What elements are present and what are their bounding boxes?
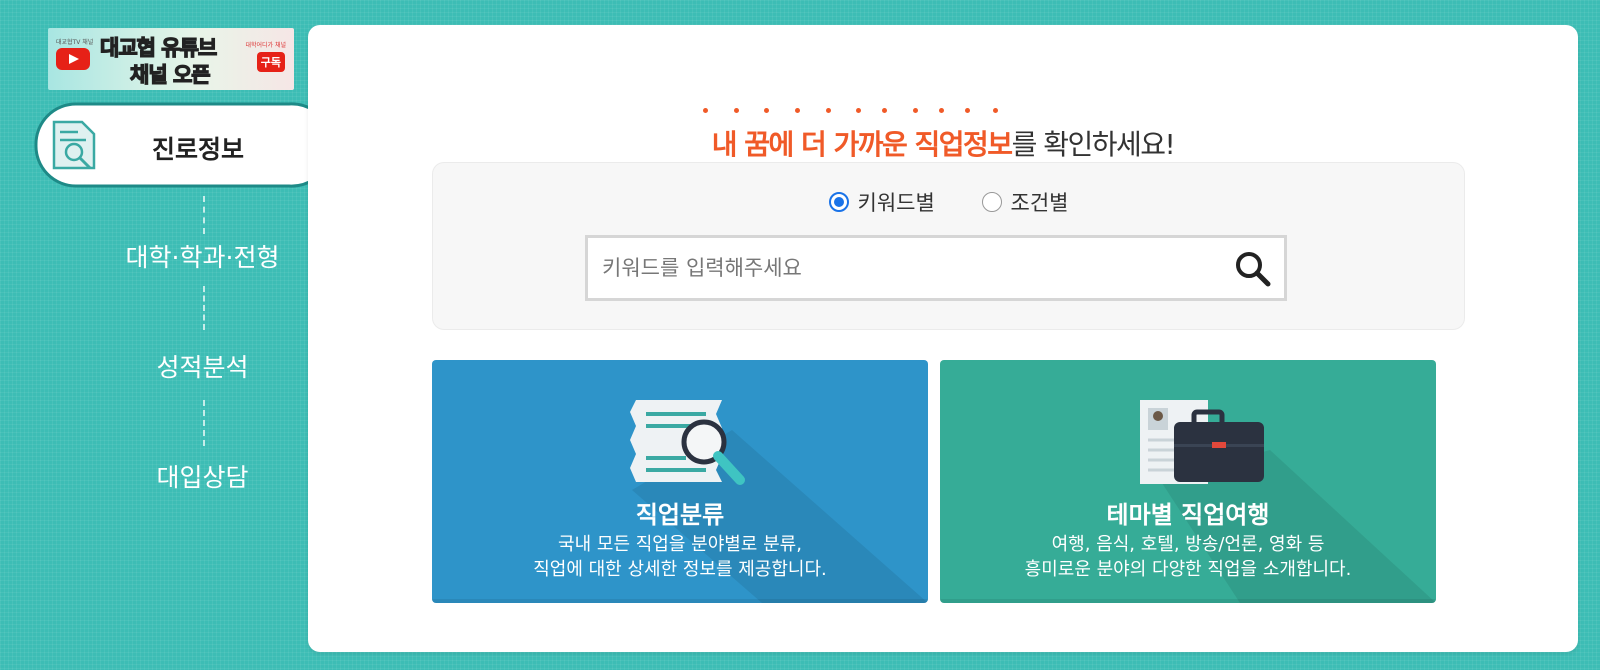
subscribe-badge: 구독: [256, 52, 285, 72]
main-panel: 내 꿈에 더 가까운 직업정보를 확인하세요! 키워드별 조건별 키워드를 입력…: [308, 25, 1578, 652]
sidebar-item-university[interactable]: 대학·학과·전형: [100, 238, 305, 274]
card-bottom-strip: [432, 599, 928, 603]
search-input[interactable]: [602, 238, 1212, 298]
sidebar-item-career-info[interactable]: 진로정보: [34, 102, 340, 188]
document-magnifier-icon: [630, 400, 745, 485]
search-box: 키워드별 조건별: [432, 162, 1465, 330]
document-search-icon: [52, 120, 96, 170]
resume-briefcase-icon: [1140, 400, 1264, 484]
radio-keyword-label: 키워드별: [857, 191, 935, 215]
sidebar-divider: [203, 400, 205, 446]
banner-small-right: 대학어디가 채널: [245, 42, 286, 49]
radio-keyword-dot[interactable]: [828, 192, 849, 212]
job-classification-card[interactable]: 직업분류 국내 모든 직업을 분야별로 분류, 직업에 대한 상세한 정보를 제…: [432, 360, 928, 603]
banner-small-left: 대교협TV 채널: [56, 39, 94, 46]
radio-keyword[interactable]: 키워드별: [828, 187, 935, 217]
search-field: [585, 235, 1287, 301]
radio-condition-label: 조건별: [1010, 191, 1069, 215]
sidebar-divider: [203, 286, 205, 330]
banner-title-line2: 채널 오픈: [129, 62, 211, 87]
page-headline: 내 꿈에 더 가까운 직업정보를 확인하세요!: [711, 128, 1176, 161]
emphasis-dots: [703, 108, 1023, 114]
youtube-play-icon: [56, 48, 90, 70]
theme-job-travel-card[interactable]: 테마별 직업여행 여행, 음식, 호텔, 방송/언론, 영화 등 흥미로운 분야…: [940, 360, 1436, 603]
sidebar-item-label: 진로정보: [152, 135, 245, 164]
search-icon[interactable]: [1232, 248, 1274, 290]
sidebar-item-grade-analysis[interactable]: 성적분석: [100, 348, 305, 384]
sidebar-divider: [203, 196, 205, 234]
radio-condition[interactable]: 조건별: [981, 187, 1069, 217]
search-mode-group: 키워드별 조건별: [433, 187, 1464, 217]
radio-condition-dot[interactable]: [981, 192, 1002, 212]
card-description: 국내 모든 직업을 분야별로 분류, 직업에 대한 상세한 정보를 제공합니다.: [533, 534, 827, 580]
card-title: 직업분류: [635, 501, 725, 529]
card-bottom-strip: [940, 599, 1436, 603]
sidebar-item-admission-counsel[interactable]: 대입상담: [100, 458, 305, 494]
card-title: 테마별 직업여행: [1106, 501, 1270, 529]
youtube-channel-banner[interactable]: 대교협TV 채널 대교협 유튜브 채널 오픈 대학어디가 채널 구독: [48, 28, 294, 90]
banner-title-line1: 대교협 유튜브: [99, 35, 217, 60]
card-description: 여행, 음식, 호텔, 방송/언론, 영화 등 흥미로운 분야의 다양한 직업을…: [1024, 534, 1352, 580]
